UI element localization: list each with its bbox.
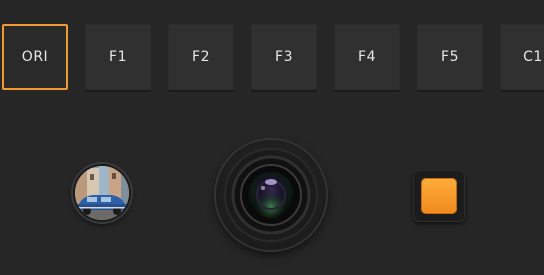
stop-square-icon — [421, 178, 457, 214]
record-stop-button[interactable] — [413, 170, 465, 222]
filter-c1-button[interactable]: C1 — [500, 24, 544, 90]
filter-label: ORI — [21, 49, 49, 65]
filter-f3-button[interactable]: F3 — [251, 24, 317, 90]
filter-label: F2 — [192, 49, 210, 65]
photo-thumbnail-icon — [75, 166, 129, 220]
camera-lens-icon — [224, 148, 318, 242]
filter-f4-button[interactable]: F4 — [334, 24, 400, 90]
filter-strip: ORI F1 F2 F3 F4 F5 C1 — [0, 22, 544, 94]
camera-screen: ORI F1 F2 F3 F4 F5 C1 — [0, 0, 544, 275]
filter-label: F3 — [275, 49, 293, 65]
filter-f1-button[interactable]: F1 — [85, 24, 151, 90]
gallery-thumbnail[interactable] — [73, 164, 131, 222]
filter-f5-button[interactable]: F5 — [417, 24, 483, 90]
filter-label: F4 — [358, 49, 376, 65]
filter-f2-button[interactable]: F2 — [168, 24, 234, 90]
filter-label: C1 — [523, 49, 543, 65]
filter-label: F1 — [109, 49, 127, 65]
filter-ori-button[interactable]: ORI — [2, 24, 68, 90]
shutter-button[interactable] — [216, 140, 326, 250]
filter-label: F5 — [441, 49, 459, 65]
